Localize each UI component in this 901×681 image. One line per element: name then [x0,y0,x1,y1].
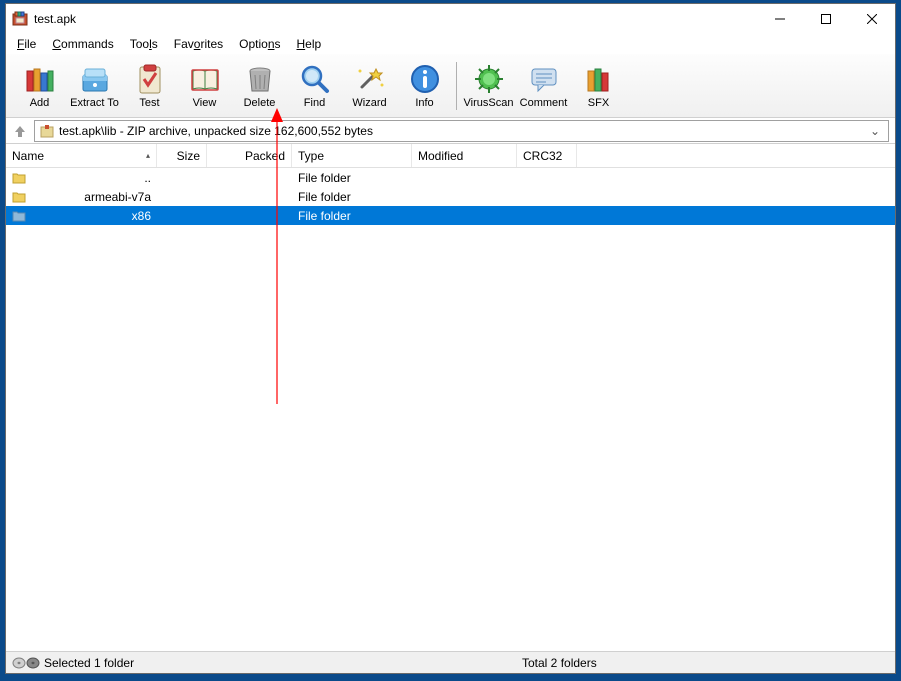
menu-tools[interactable]: Tools [123,35,165,53]
path-text: test.apk\lib - ZIP archive, unpacked siz… [59,124,373,138]
wizard-label: Wizard [352,97,386,109]
wizard-button[interactable]: Wizard [342,56,397,116]
statusbar: Selected 1 folder Total 2 folders [6,651,895,673]
sfx-label: SFX [588,97,609,109]
sfx-button[interactable]: SFX [571,56,626,116]
status-selected: Selected 1 folder [44,656,134,670]
col-packed[interactable]: Packed [207,144,292,167]
test-button[interactable]: Test [122,56,177,116]
maximize-button[interactable] [803,4,849,34]
find-label: Find [304,97,325,109]
delete-button[interactable]: Delete [232,56,287,116]
cell-name: armeabi-v7a [6,190,157,204]
magnifier-icon [299,63,331,95]
view-label: View [193,97,217,109]
menu-commands[interactable]: Commands [45,35,120,53]
view-button[interactable]: View [177,56,232,116]
pathbar: test.apk\lib - ZIP archive, unpacked siz… [6,118,895,144]
cell-type: File folder [292,190,412,204]
cell-name: x86 [6,209,157,223]
close-button[interactable] [849,4,895,34]
info-button[interactable]: Info [397,56,452,116]
sort-indicator-icon: ▴ [146,151,150,160]
comment-label: Comment [520,97,568,109]
comment-button[interactable]: Comment [516,56,571,116]
archive-icon [39,123,55,139]
col-type[interactable]: Type [292,144,412,167]
virus-icon [473,63,505,95]
col-crc32[interactable]: CRC32 [517,144,577,167]
col-name[interactable]: Name ▴ [6,144,157,167]
sfx-books-icon [583,63,615,95]
clipboard-check-icon [134,63,166,95]
col-size[interactable]: Size [157,144,207,167]
cell-type: File folder [292,171,412,185]
menu-file[interactable]: File [10,35,43,53]
virusscan-label: VirusScan [464,97,514,109]
status-right: Total 2 folders [516,656,603,670]
minimize-button[interactable] [757,4,803,34]
menu-favorites[interactable]: Favorites [167,35,230,53]
books-icon [24,63,56,95]
rows-container: .. File folder armeabi-v7a File folder x86 Fi… [6,168,895,225]
wand-icon [354,63,386,95]
info-icon [409,63,441,95]
folder-icon [12,191,26,203]
add-button[interactable]: Add [12,56,67,116]
delete-label: Delete [244,97,276,109]
menubar: File Commands Tools Favorites Options He… [6,34,895,54]
info-label: Info [415,97,433,109]
menu-options[interactable]: Options [232,35,287,53]
list-item[interactable]: x86 File folder [6,206,895,225]
book-open-icon [189,63,221,95]
column-headers: Name ▴ Size Packed Type Modified CRC32 [6,144,895,168]
extract-label: Extract To [70,97,119,109]
list-item[interactable]: .. File folder [6,168,895,187]
add-label: Add [30,97,50,109]
winrar-window: test.apk File Commands Tools Favorites O… [5,3,896,674]
status-total: Total 2 folders [522,656,597,670]
col-modified[interactable]: Modified [412,144,517,167]
window-controls [757,4,895,34]
cell-name: .. [6,171,157,185]
titlebar: test.apk [6,4,895,34]
toolbar-separator [456,62,457,110]
drawer-icon [79,63,111,95]
up-arrow-icon[interactable] [12,123,28,139]
window-title: test.apk [34,12,757,26]
app-icon [12,11,28,27]
path-field[interactable]: test.apk\lib - ZIP archive, unpacked siz… [34,120,889,142]
file-list: Name ▴ Size Packed Type Modified CRC32 .… [6,144,895,651]
menu-help[interactable]: Help [290,35,329,53]
chevron-down-icon[interactable]: ⌄ [866,124,884,138]
list-item[interactable]: armeabi-v7a File folder [6,187,895,206]
toolbar: Add Extract To Test [6,54,895,118]
folder-icon [12,172,26,184]
trash-icon [244,63,276,95]
extract-button[interactable]: Extract To [67,56,122,116]
find-button[interactable]: Find [287,56,342,116]
cell-type: File folder [292,209,412,223]
test-label: Test [139,97,159,109]
status-left: Selected 1 folder [6,656,516,670]
disk-icon [12,657,40,669]
virusscan-button[interactable]: VirusScan [461,56,516,116]
comment-icon [528,63,560,95]
folder-icon [12,210,26,222]
